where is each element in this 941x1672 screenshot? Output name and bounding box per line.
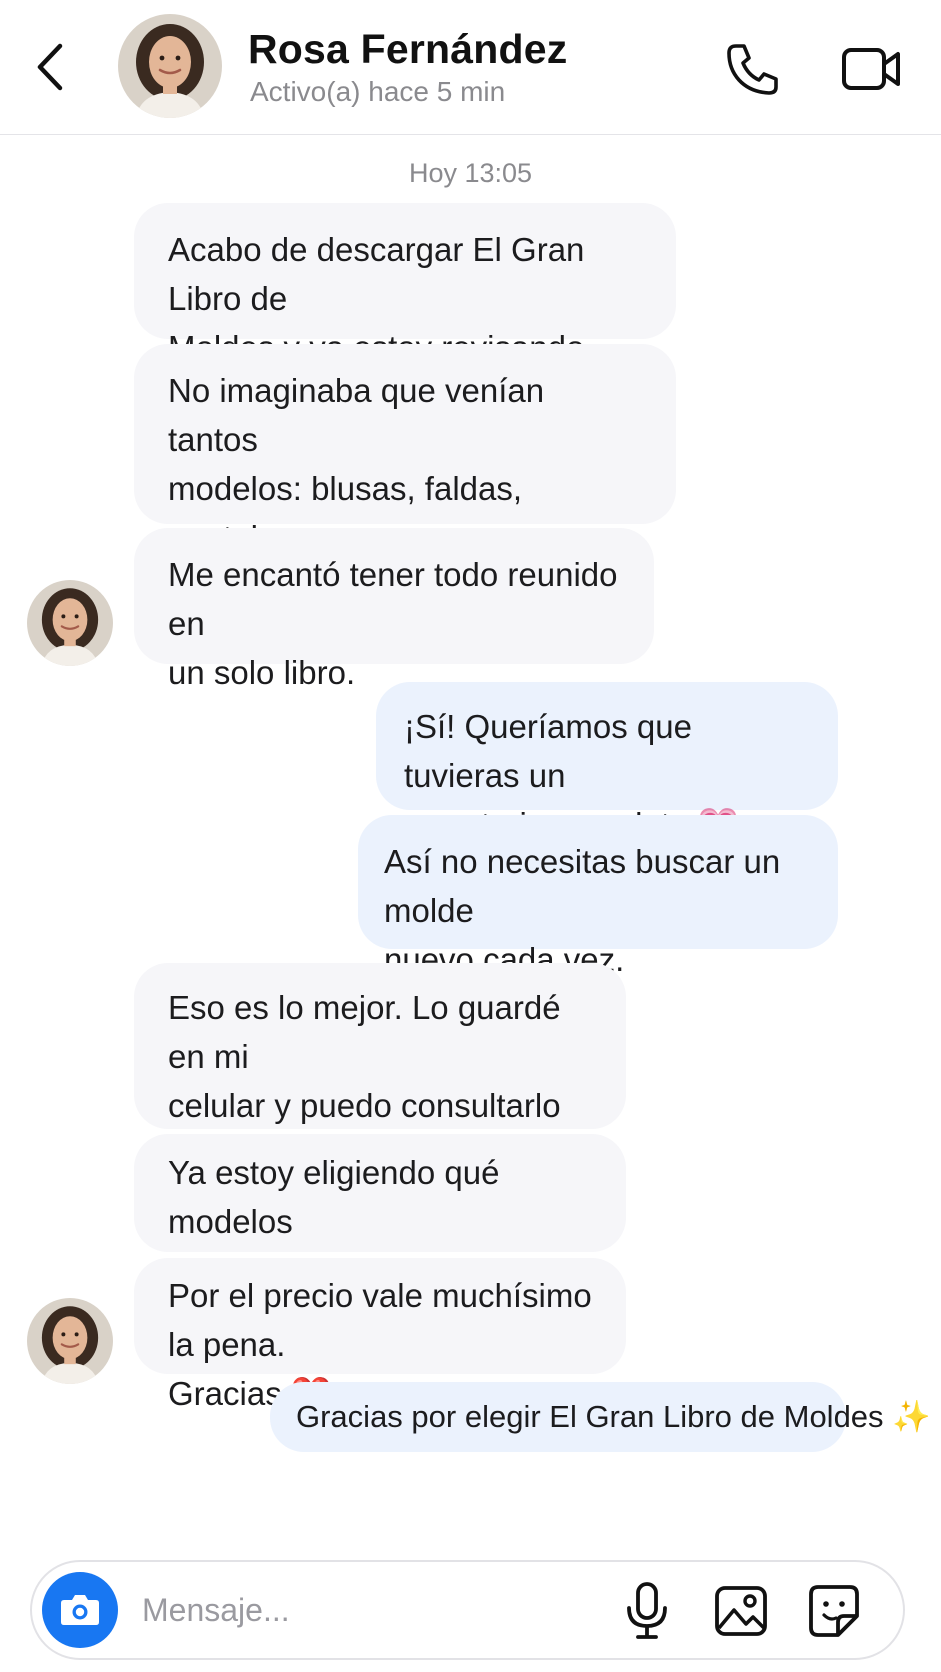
contact-status: Activo(a) hace 5 min <box>250 76 506 107</box>
message-bubble-incoming[interactable]: Me encantó tener todo reunido en un solo… <box>134 528 654 691</box>
message-composer <box>30 1560 905 1660</box>
chevron-left-icon <box>37 43 63 91</box>
message-bubble-incoming[interactable]: Eso es lo mejor. Lo guardé en mi celular… <box>134 963 626 1222</box>
image-icon <box>715 1586 767 1636</box>
message-input[interactable] <box>142 1580 602 1640</box>
date-separator: Hoy 13:05 <box>408 158 533 188</box>
message-bubble-incoming[interactable]: Por el precio vale muchísimo la pena. Gr… <box>134 1258 626 1412</box>
camera-button[interactable] <box>42 1572 118 1648</box>
message-bubble-incoming[interactable]: No imaginaba que venían tantos modelos: … <box>134 344 676 605</box>
contact-avatar-small[interactable] <box>27 580 113 666</box>
message-bubble-outgoing[interactable]: ¡Sí! Queríamos que tuvieras un repertori… <box>376 682 838 843</box>
phone-icon <box>727 44 778 95</box>
message-bubble-outgoing[interactable]: Así no necesitas buscar un molde nuevo c… <box>358 815 838 978</box>
video-camera-icon <box>842 48 900 90</box>
camera-icon <box>61 1595 99 1625</box>
sticker-icon <box>809 1585 859 1637</box>
message-bubble-outgoing[interactable]: Gracias por elegir El Gran Libro de Mold… <box>270 1382 931 1452</box>
gallery-button[interactable] <box>712 1582 770 1640</box>
call-button[interactable] <box>722 38 784 100</box>
sticker-button[interactable] <box>806 1582 862 1640</box>
chat-header: Rosa Fernández Activo(a) hace 5 min <box>0 0 941 135</box>
contact-name[interactable]: Rosa Fernández <box>248 26 568 73</box>
video-call-button[interactable] <box>840 42 904 96</box>
contact-avatar-small[interactable] <box>27 1298 113 1384</box>
message-bubble-incoming[interactable]: Acabo de descargar El Gran Libro de Mold… <box>134 203 676 415</box>
back-button[interactable] <box>30 38 74 96</box>
message-bubble-incoming[interactable]: Ya estoy eligiendo qué modelos ofrecer e… <box>134 1134 626 1289</box>
voice-message-button[interactable] <box>617 1580 677 1642</box>
microphone-icon <box>627 1582 667 1639</box>
contact-avatar[interactable] <box>118 14 222 118</box>
